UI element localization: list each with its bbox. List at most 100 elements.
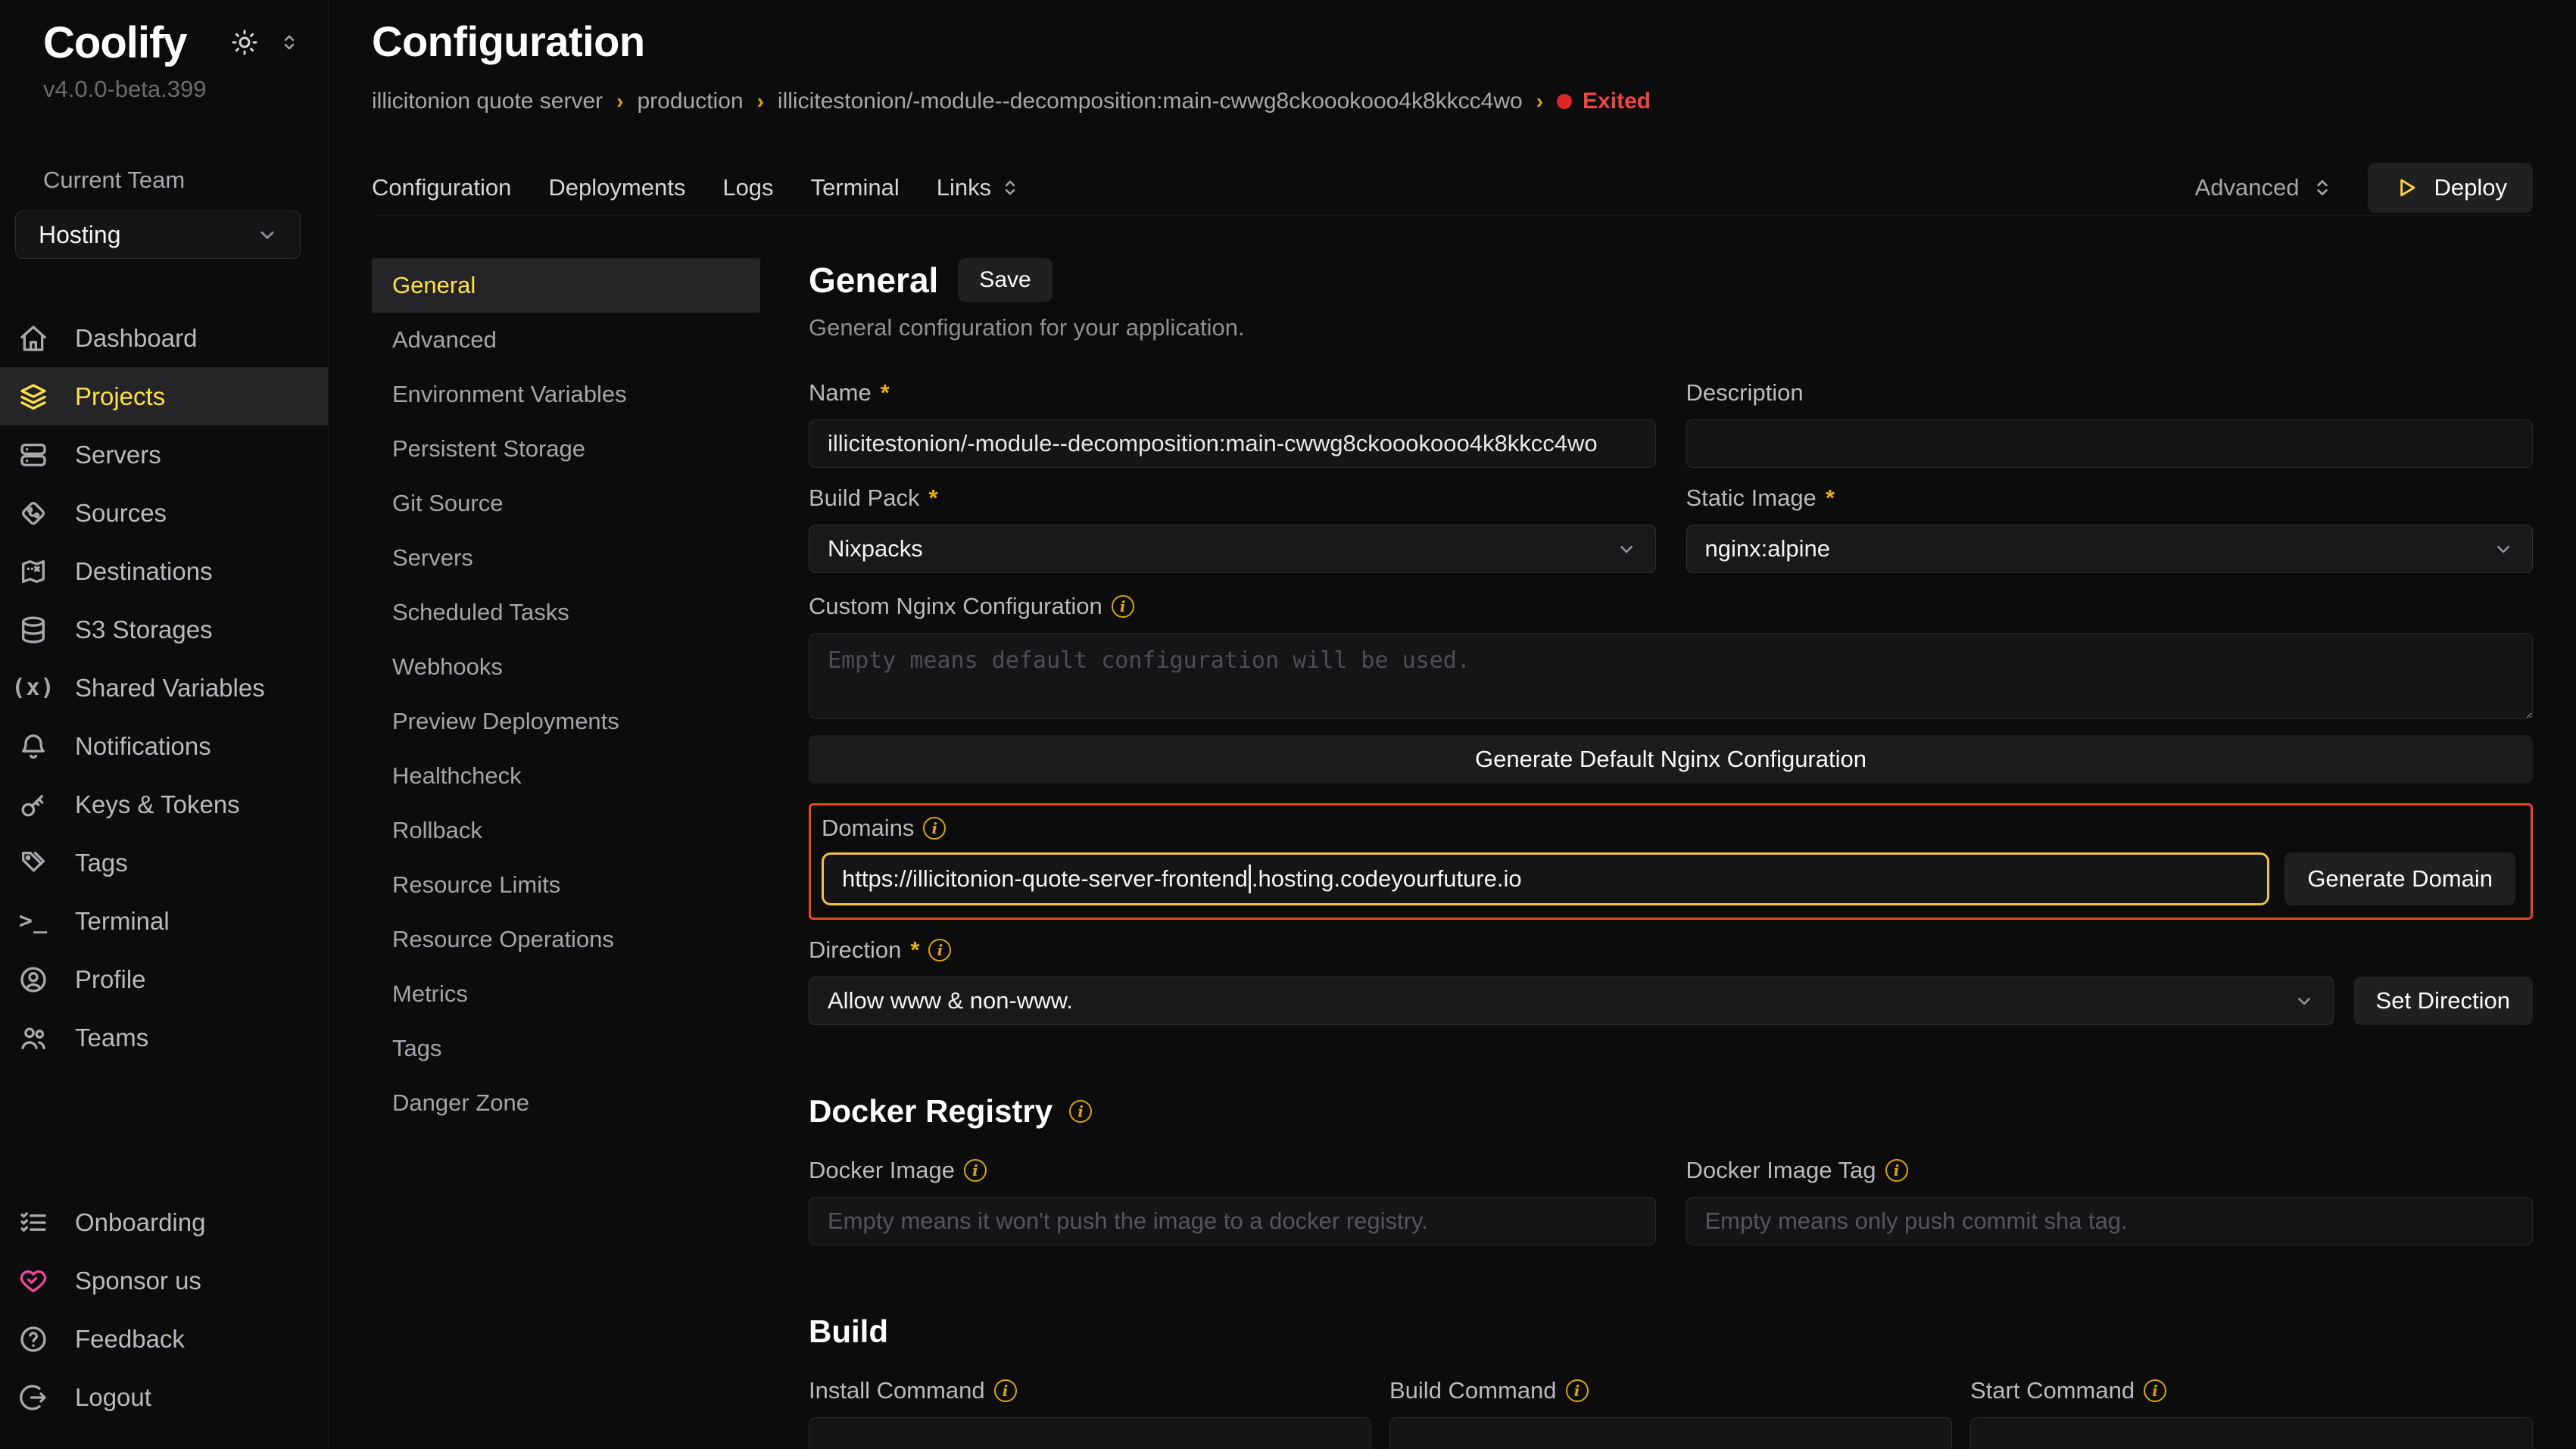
build-command-input[interactable]	[1389, 1417, 1952, 1449]
subnav-item-webhooks[interactable]: Webhooks	[372, 640, 760, 694]
deploy-button[interactable]: Deploy	[2368, 163, 2534, 213]
subnav-item-environment-variables[interactable]: Environment Variables	[372, 367, 760, 422]
docker-image-label: Docker Image	[809, 1157, 955, 1184]
subnav-item-git-source[interactable]: Git Source	[372, 476, 760, 531]
subnav-item-healthcheck[interactable]: Healthcheck	[372, 749, 760, 803]
subnav-item-preview-deployments[interactable]: Preview Deployments	[372, 694, 760, 749]
install-command-input[interactable]	[809, 1417, 1371, 1449]
page-title: Configuration	[372, 17, 2533, 66]
nginx-config-label: Custom Nginx Configuration	[809, 593, 1102, 620]
docker-image-input[interactable]	[809, 1197, 1656, 1245]
sidebar-item-sponsor-us[interactable]: Sponsor us	[0, 1251, 328, 1310]
sidebar-item-tags[interactable]: Tags	[0, 834, 328, 892]
sidebar-item-label: Terminal	[75, 907, 170, 936]
info-icon[interactable]: i	[1069, 1100, 1092, 1123]
breadcrumb-project[interactable]: illicitonion quote server	[372, 89, 603, 114]
tab-configuration[interactable]: Configuration	[372, 174, 511, 201]
build-pack-value: Nixpacks	[828, 535, 923, 562]
unfold-icon	[2310, 176, 2334, 200]
direction-select[interactable]: Allow www & non-www.	[809, 977, 2334, 1025]
sidebar-item-onboarding[interactable]: Onboarding	[0, 1193, 328, 1251]
chevron-down-icon	[2491, 537, 2515, 561]
tab-links[interactable]: Links	[937, 174, 1021, 201]
info-icon[interactable]: i	[928, 939, 951, 961]
name-input[interactable]	[809, 419, 1656, 468]
info-icon[interactable]: i	[964, 1159, 987, 1182]
save-button[interactable]: Save	[958, 258, 1052, 302]
docker-image-tag-input[interactable]	[1686, 1197, 2534, 1245]
tab-deployments[interactable]: Deployments	[548, 174, 685, 201]
chevron-down-icon	[2292, 989, 2316, 1013]
bell-icon	[18, 731, 48, 762]
breadcrumb-separator: ›	[616, 89, 623, 114]
theme-toggle-sun-icon[interactable]	[231, 29, 258, 56]
sidebar-item-label: Teams	[75, 1024, 148, 1052]
subnav-item-scheduled-tasks[interactable]: Scheduled Tasks	[372, 585, 760, 640]
set-direction-button[interactable]: Set Direction	[2353, 977, 2533, 1025]
info-icon[interactable]: i	[1566, 1379, 1589, 1402]
tab-links-label: Links	[937, 174, 991, 201]
sidebar-item-servers[interactable]: Servers	[0, 425, 328, 484]
sidebar-item-label: Dashboard	[75, 324, 197, 353]
sidebar-item-label: S3 Storages	[75, 615, 213, 644]
subnav-item-resource-operations[interactable]: Resource Operations	[372, 912, 760, 967]
nginx-config-textarea[interactable]	[809, 633, 2533, 719]
play-icon	[2394, 175, 2419, 201]
start-command-input[interactable]	[1970, 1417, 2533, 1449]
breadcrumb-environment[interactable]: production	[637, 89, 743, 114]
sidebar-item-dashboard[interactable]: Dashboard	[0, 309, 328, 367]
chevron-down-icon	[1614, 537, 1639, 561]
sidebar-item-projects[interactable]: Projects	[0, 367, 328, 425]
info-icon[interactable]: i	[2144, 1379, 2166, 1402]
team-select[interactable]: Hosting	[15, 210, 301, 259]
database-icon	[18, 615, 48, 645]
static-image-select[interactable]: nginx:alpine	[1686, 525, 2534, 573]
sidebar-item-sources[interactable]: Sources	[0, 484, 328, 542]
build-heading: Build	[809, 1313, 2533, 1350]
build-pack-select[interactable]: Nixpacks	[809, 525, 1656, 573]
sidebar-item-destinations[interactable]: Destinations	[0, 542, 328, 600]
info-icon[interactable]: i	[923, 817, 946, 840]
subnav-item-metrics[interactable]: Metrics	[372, 967, 760, 1021]
status-badge: Exited	[1557, 89, 1651, 114]
advanced-dropdown[interactable]: Advanced	[2195, 174, 2334, 201]
breadcrumb-resource[interactable]: illicitestonion/-module--decomposition:m…	[778, 89, 1523, 114]
info-icon[interactable]: i	[1112, 595, 1134, 618]
subnav-item-advanced[interactable]: Advanced	[372, 313, 760, 367]
generate-domain-button[interactable]: Generate Domain	[2284, 852, 2515, 905]
required-asterisk: *	[881, 379, 890, 407]
sidebar: Coolify v4.0.0-beta.399 Current Team Hos…	[0, 0, 329, 1449]
instance-switcher-unfold-icon[interactable]	[278, 31, 301, 54]
home-icon	[18, 323, 48, 354]
subnav-item-tags[interactable]: Tags	[372, 1021, 760, 1076]
subnav-item-rollback[interactable]: Rollback	[372, 803, 760, 858]
description-input[interactable]	[1686, 419, 2534, 468]
subnav-item-servers[interactable]: Servers	[372, 531, 760, 585]
main-content: Configuration illicitonion quote server …	[329, 0, 2576, 1449]
sidebar-item-feedback[interactable]: Feedback	[0, 1310, 328, 1368]
app-version: v4.0.0-beta.399	[0, 76, 328, 103]
sidebar-item-profile[interactable]: Profile	[0, 950, 328, 1008]
sidebar-item-notifications[interactable]: Notifications	[0, 717, 328, 775]
install-command-label: Install Command	[809, 1377, 985, 1404]
sidebar-item-s3-storages[interactable]: S3 Storages	[0, 600, 328, 659]
sidebar-item-logout[interactable]: Logout	[0, 1368, 328, 1426]
tab-terminal[interactable]: Terminal	[811, 174, 900, 201]
general-subtitle: General configuration for your applicati…	[809, 314, 2533, 341]
sidebar-item-label: Tags	[75, 849, 128, 877]
subnav-item-general[interactable]: General	[372, 258, 760, 313]
sidebar-item-terminal[interactable]: >_ Terminal	[0, 892, 328, 950]
breadcrumb-separator: ›	[1536, 89, 1543, 114]
info-icon[interactable]: i	[994, 1379, 1017, 1402]
subnav-item-persistent-storage[interactable]: Persistent Storage	[372, 422, 760, 476]
sidebar-item-shared-variables[interactable]: (x) Shared Variables	[0, 659, 328, 717]
info-icon[interactable]: i	[1885, 1159, 1908, 1182]
subnav-item-resource-limits[interactable]: Resource Limits	[372, 858, 760, 912]
user-circle-icon	[18, 964, 48, 995]
subnav-item-danger-zone[interactable]: Danger Zone	[372, 1076, 760, 1130]
generate-nginx-button[interactable]: Generate Default Nginx Configuration	[809, 735, 2533, 784]
tab-logs[interactable]: Logs	[722, 174, 773, 201]
sidebar-item-keys-tokens[interactable]: Keys & Tokens	[0, 775, 328, 834]
domains-input[interactable]: https://illicitonion-quote-server-fronte…	[822, 852, 2269, 905]
sidebar-item-teams[interactable]: Teams	[0, 1008, 328, 1067]
